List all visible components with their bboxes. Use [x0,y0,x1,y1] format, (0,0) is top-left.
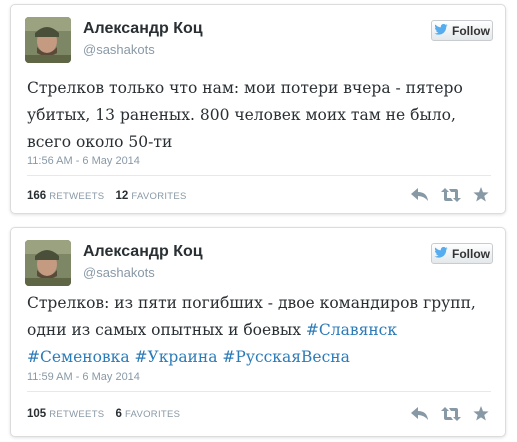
tweet-timestamp[interactable]: 11:59 AM - 6 May 2014 [27,371,140,383]
tweet-card: Александр Коц @sashakots Follow Стрелков… [10,4,506,214]
divider [27,175,491,176]
tweet-stats: 105 RETWEETS 6 FAVORITES [27,408,188,420]
favorite-count[interactable]: 6 [116,408,122,420]
retweet-icon[interactable] [441,187,461,202]
tweet-actions [411,406,489,421]
user-name[interactable]: Александр Коц [83,20,203,38]
avatar[interactable] [25,240,71,286]
tweet-timestamp[interactable]: 11:56 AM - 6 May 2014 [27,155,140,167]
retweet-icon[interactable] [441,406,461,421]
favorites-label: FAVORITES [124,409,181,420]
hashtag-link[interactable]: #Семеновка [27,348,130,366]
user-handle[interactable]: @sashakots [83,265,155,280]
follow-button[interactable]: Follow [431,20,493,41]
tweet-stats: 166 RETWEETS 12 FAVORITES [27,190,195,202]
favorite-count[interactable]: 12 [116,190,129,202]
retweets-label: RETWEETS [49,409,105,420]
user-name[interactable]: Александр Коц [83,243,203,261]
retweets-label: RETWEETS [49,191,105,202]
hashtag-link[interactable]: #Славянск [306,321,397,339]
favorite-icon[interactable] [473,406,489,421]
divider [27,391,491,392]
reply-icon[interactable] [411,406,429,421]
reply-icon[interactable] [411,187,429,202]
follow-label: Follow [452,246,490,261]
tweet-text: Стрелков: из пяти погибших - двое команд… [27,290,497,371]
twitter-bird-icon [434,246,448,261]
tweet-text-body: Стрелков: из пяти погибших - двое команд… [27,294,476,339]
hashtag-link[interactable]: #РусскаяВесна [222,348,349,366]
twitter-bird-icon [434,23,448,38]
tweet-text: Стрелков только что нам: мои потери вчер… [27,79,463,151]
user-handle[interactable]: @sashakots [83,42,155,57]
retweet-count[interactable]: 166 [27,190,46,202]
tweet-actions [411,187,489,202]
favorite-icon[interactable] [473,187,489,202]
favorites-label: FAVORITES [131,191,187,202]
follow-button[interactable]: Follow [431,243,493,264]
retweet-count[interactable]: 105 [27,408,46,420]
follow-label: Follow [452,23,490,38]
tweet-card: Александр Коц @sashakots Follow Стрелков… [10,227,506,437]
avatar[interactable] [25,17,71,63]
hashtag-link[interactable]: #Украина [135,348,218,366]
